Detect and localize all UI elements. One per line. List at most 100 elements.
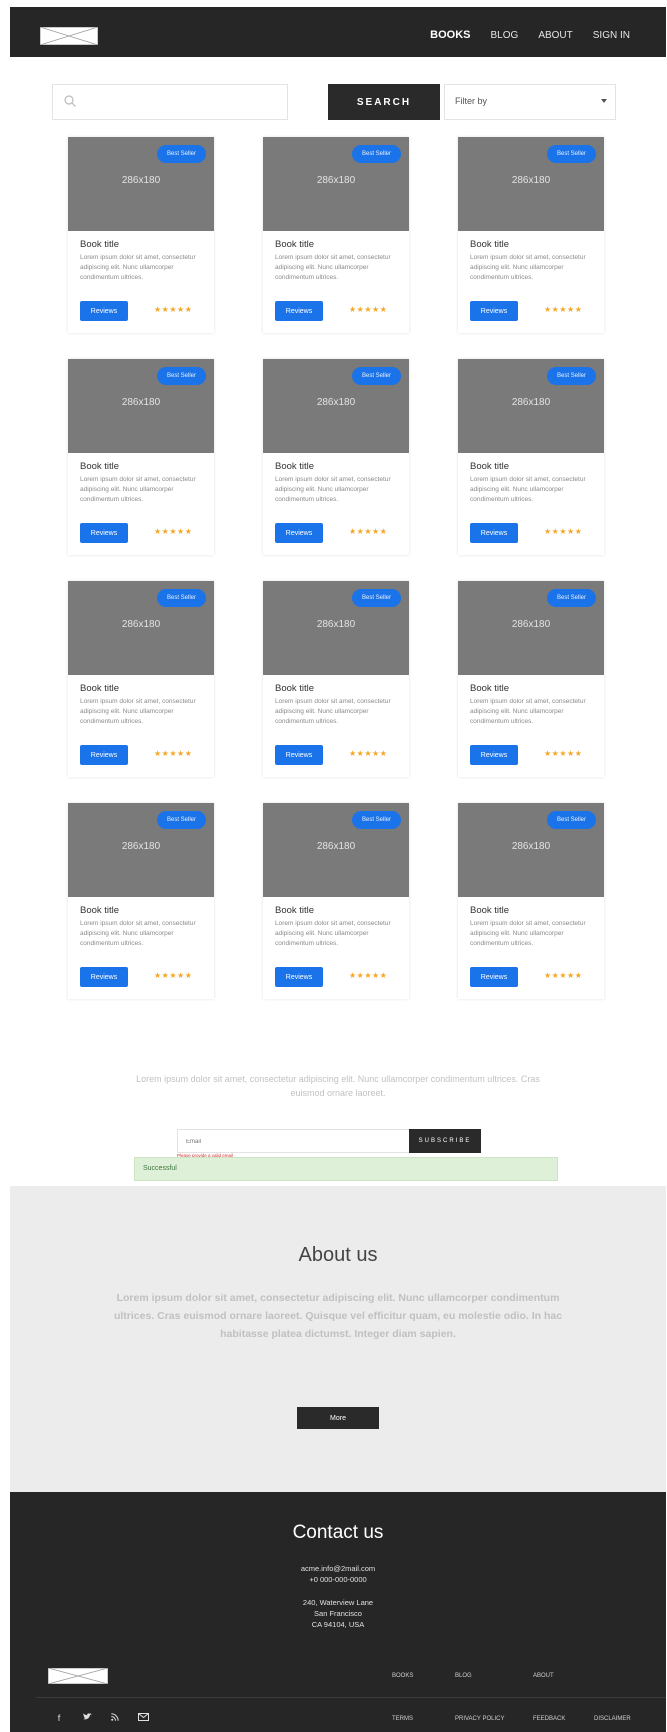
book-image-placeholder[interactable]: 286x180 Best Seller	[68, 803, 214, 897]
book-title[interactable]: Book title	[80, 461, 119, 472]
footer-logo-placeholder[interactable]	[47, 1667, 109, 1685]
reviews-button[interactable]: Reviews	[80, 301, 128, 321]
book-title[interactable]: Book title	[470, 239, 509, 250]
contact-email[interactable]: acme.info@2mail.com	[10, 1563, 666, 1574]
nav-books[interactable]: BOOKS	[430, 29, 470, 41]
reviews-button[interactable]: Reviews	[470, 301, 518, 321]
book-card[interactable]: 286x180 Best Seller Book title Lorem ipsum …	[458, 803, 604, 999]
reviews-button[interactable]: Reviews	[80, 967, 128, 987]
image-size-label: 286x180	[316, 619, 356, 630]
book-title[interactable]: Book title	[275, 683, 314, 694]
book-title[interactable]: Book title	[80, 683, 119, 694]
reviews-button[interactable]: Reviews	[470, 745, 518, 765]
book-image-placeholder[interactable]: 286x180 Best Seller	[458, 803, 604, 897]
more-button[interactable]: More	[297, 1407, 379, 1429]
book-title[interactable]: Book title	[470, 461, 509, 472]
best-seller-badge: Best Seller	[351, 811, 401, 829]
reviews-button[interactable]: Reviews	[275, 967, 323, 987]
footer-nav-about[interactable]: ABOUT	[533, 1673, 554, 1679]
search-input[interactable]	[81, 85, 275, 119]
book-image-placeholder[interactable]: 286x180 Best Seller	[458, 137, 604, 231]
search-icon	[63, 94, 77, 108]
book-image-placeholder[interactable]: 286x180 Best Seller	[458, 359, 604, 453]
filter-select[interactable]: Filter by	[444, 84, 616, 120]
best-seller-badge: Best Seller	[546, 811, 596, 829]
book-image-placeholder[interactable]: 286x180 Best Seller	[263, 137, 409, 231]
book-title[interactable]: Book title	[80, 905, 119, 916]
book-title[interactable]: Book title	[470, 683, 509, 694]
site-footer: Contact us acme.info@2mail.com +0 000-00…	[10, 1492, 666, 1732]
book-card[interactable]: 286x180 Best Seller Book title Lorem ipsum …	[68, 581, 214, 777]
newsletter-text: Lorem ipsum dolor sit amet, consectetur …	[136, 1074, 540, 1098]
image-size-label: 286x180	[511, 619, 551, 630]
subscribe-button[interactable]: SUBSCRIBE	[409, 1129, 481, 1153]
book-card[interactable]: 286x180 Best Seller Book title Lorem ipsum …	[263, 137, 409, 333]
footer-terms-link[interactable]: TERMS	[392, 1716, 413, 1722]
book-card[interactable]: 286x180 Best Seller Book title Lorem ipsum …	[263, 803, 409, 999]
reviews-button[interactable]: Reviews	[275, 301, 323, 321]
book-image-placeholder[interactable]: 286x180 Best Seller	[263, 803, 409, 897]
reviews-button[interactable]: Reviews	[80, 745, 128, 765]
star-rating: ★★★★★	[544, 305, 583, 314]
book-card[interactable]: 286x180 Best Seller Book title Lorem ipsum …	[263, 359, 409, 555]
book-card[interactable]: 286x180 Best Seller Book title Lorem ipsum …	[458, 137, 604, 333]
contact-address-line1: 240, Waterview Lane	[302, 1598, 374, 1607]
book-image-placeholder[interactable]: 286x180 Best Seller	[68, 359, 214, 453]
reviews-button[interactable]: Reviews	[275, 523, 323, 543]
book-description: Lorem ipsum dolor sit amet, consectetur …	[470, 254, 586, 281]
book-title[interactable]: Book title	[80, 239, 119, 250]
book-card[interactable]: 286x180 Best Seller Book title Lorem ipsum …	[263, 581, 409, 777]
reviews-button[interactable]: Reviews	[470, 967, 518, 987]
footer-privacy-link[interactable]: PRIVACY POLICY	[455, 1716, 504, 1722]
reviews-button[interactable]: Reviews	[80, 523, 128, 543]
email-field[interactable]	[184, 1131, 408, 1153]
mail-icon[interactable]	[136, 1713, 150, 1723]
logo-placeholder[interactable]	[40, 27, 98, 45]
book-card[interactable]: 286x180 Best Seller Book title Lorem ipsum …	[458, 359, 604, 555]
rss-icon[interactable]	[108, 1713, 122, 1723]
footer-nav-books[interactable]: BOOKS	[392, 1673, 413, 1679]
book-title[interactable]: Book title	[470, 905, 509, 916]
best-seller-badge: Best Seller	[351, 367, 401, 385]
contact-address-line2: San Francisco	[314, 1609, 362, 1618]
star-rating: ★★★★★	[349, 527, 388, 536]
reviews-button[interactable]: Reviews	[275, 745, 323, 765]
footer-divider	[36, 1697, 666, 1698]
best-seller-badge: Best Seller	[351, 589, 401, 607]
book-image-placeholder[interactable]: 286x180 Best Seller	[68, 137, 214, 231]
book-card[interactable]: 286x180 Best Seller Book title Lorem ipsum …	[68, 137, 214, 333]
book-description: Lorem ipsum dolor sit amet, consectetur …	[80, 698, 196, 725]
book-title[interactable]: Book title	[275, 905, 314, 916]
star-rating: ★★★★★	[544, 971, 583, 980]
nav-blog[interactable]: BLOG	[491, 30, 519, 41]
book-card[interactable]: 286x180 Best Seller Book title Lorem ipsum …	[458, 581, 604, 777]
nav-about[interactable]: ABOUT	[538, 30, 572, 41]
book-image-placeholder[interactable]: 286x180 Best Seller	[263, 581, 409, 675]
success-message: Successful	[143, 1165, 177, 1172]
facebook-icon[interactable]: f	[52, 1713, 66, 1723]
best-seller-badge: Best Seller	[351, 145, 401, 163]
book-title[interactable]: Book title	[275, 239, 314, 250]
book-image-placeholder[interactable]: 286x180 Best Seller	[68, 581, 214, 675]
email-field-box	[177, 1129, 411, 1153]
image-size-label: 286x180	[121, 175, 161, 186]
book-image-placeholder[interactable]: 286x180 Best Seller	[263, 359, 409, 453]
nav-sign-in[interactable]: SIGN IN	[593, 30, 630, 41]
book-card[interactable]: 286x180 Best Seller Book title Lorem ipsum …	[68, 359, 214, 555]
contact-address-line3: CA 94104, USA	[311, 1620, 365, 1629]
book-title[interactable]: Book title	[275, 461, 314, 472]
footer-disclaimer-link[interactable]: DISCLAIMER	[594, 1716, 631, 1722]
best-seller-badge: Best Seller	[156, 589, 206, 607]
book-description: Lorem ipsum dolor sit amet, consectetur …	[470, 698, 586, 725]
main-nav: BOOKS BLOG ABOUT SIGN IN	[430, 29, 630, 41]
search-bar: SEARCH	[52, 84, 440, 120]
footer-feedback-link[interactable]: FEEDBACK	[533, 1716, 565, 1722]
twitter-icon[interactable]	[80, 1713, 94, 1723]
reviews-button[interactable]: Reviews	[470, 523, 518, 543]
book-card[interactable]: 286x180 Best Seller Book title Lorem ipsum …	[68, 803, 214, 999]
footer-nav-blog[interactable]: BLOG	[455, 1673, 472, 1679]
page: BOOKS BLOG ABOUT SIGN IN SEARCH Filter b…	[10, 7, 666, 1732]
search-button[interactable]: SEARCH	[328, 84, 440, 120]
book-image-placeholder[interactable]: 286x180 Best Seller	[458, 581, 604, 675]
book-description: Lorem ipsum dolor sit amet, consectetur …	[470, 476, 586, 503]
